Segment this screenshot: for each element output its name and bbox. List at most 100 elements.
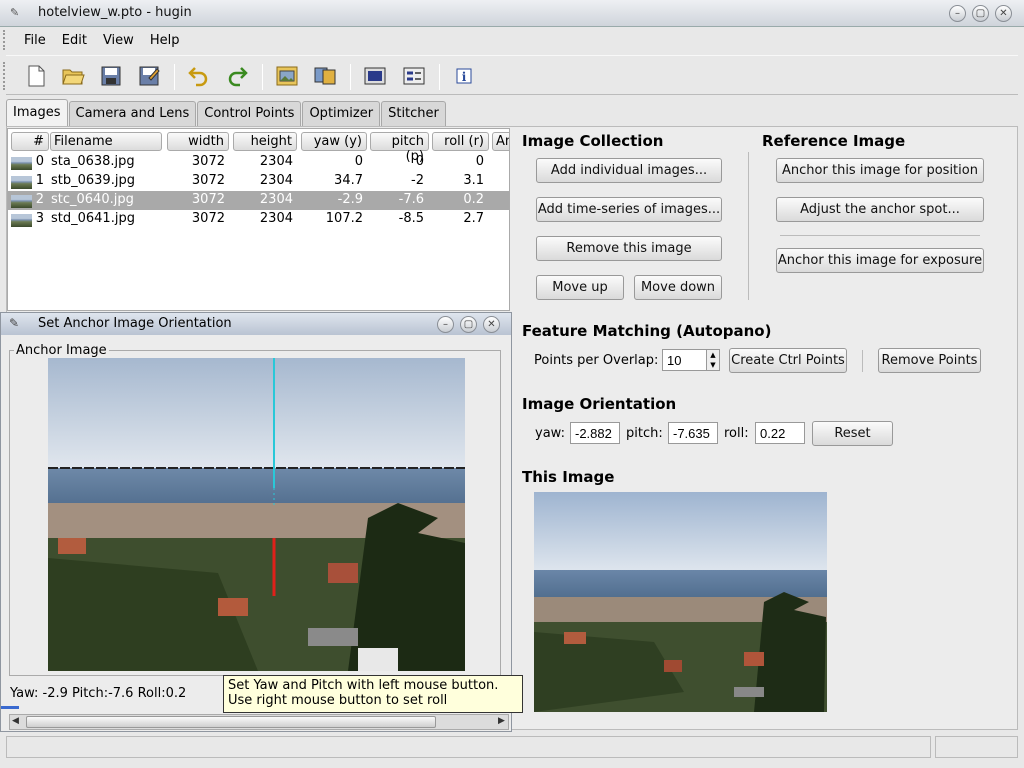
open-icon[interactable] xyxy=(61,64,85,88)
table-row[interactable]: 0 sta_0638.jpg 3072 2304 0 0 0 xyxy=(8,153,509,172)
menu-view[interactable]: View xyxy=(95,33,142,48)
image-table[interactable]: # Filename width height yaw (y) pitch (p… xyxy=(7,128,510,311)
preview-icon[interactable] xyxy=(363,64,387,88)
scroll-thumb[interactable] xyxy=(26,716,436,728)
add-individual-images-button[interactable]: Add individual images... xyxy=(536,158,722,183)
col-header-pitch[interactable]: pitch (p) xyxy=(370,132,429,164)
tab-control-points[interactable]: Control Points xyxy=(197,101,302,126)
points-spinner[interactable]: ▲ ▼ xyxy=(706,349,720,371)
cell-file: sta_0638.jpg xyxy=(51,154,135,169)
dialog-title: Set Anchor Image Orientation xyxy=(38,316,232,331)
cell-height: 2304 xyxy=(259,173,293,188)
remove-points-button[interactable]: Remove Points xyxy=(878,348,981,373)
cell-roll: 2.7 xyxy=(463,211,484,226)
points-per-overlap-label: Points per Overlap: xyxy=(534,353,659,368)
anchor-image-canvas[interactable] xyxy=(48,358,465,671)
cell-roll: 0 xyxy=(475,154,484,169)
col-header-width[interactable]: width xyxy=(167,132,229,151)
tab-camera-lens[interactable]: Camera and Lens xyxy=(68,101,197,126)
col-header-yaw[interactable]: yaw (y) xyxy=(301,132,367,151)
toolbar-separator xyxy=(174,64,175,90)
move-up-button[interactable]: Move up xyxy=(536,275,624,300)
add-time-series-button[interactable]: Add time-series of images... xyxy=(536,197,722,222)
minimize-button[interactable]: – xyxy=(949,5,966,22)
cell-pitch: -2 xyxy=(411,173,424,188)
panorama-thumbnail-image xyxy=(534,492,827,712)
horizontal-divider xyxy=(780,235,980,236)
anchor-position-button[interactable]: Anchor this image for position xyxy=(776,158,984,183)
table-row[interactable]: 3 std_0641.jpg 3072 2304 107.2 -8.5 2.7 xyxy=(8,210,509,229)
image-orientation-title: Image Orientation xyxy=(522,395,677,413)
remove-image-button[interactable]: Remove this image xyxy=(536,236,722,261)
window-title: hotelview_w.pto - hugin xyxy=(38,5,192,20)
this-image-title: This Image xyxy=(522,468,615,486)
new-icon[interactable] xyxy=(24,64,48,88)
cell-pitch: 0 xyxy=(415,154,424,169)
dialog-progress-indicator xyxy=(1,706,19,709)
vertical-divider xyxy=(862,350,863,372)
image-collection-title: Image Collection xyxy=(522,132,664,150)
redo-icon[interactable] xyxy=(225,64,249,88)
vertical-divider xyxy=(748,152,749,300)
tab-stitcher[interactable]: Stitcher xyxy=(381,101,446,126)
dialog-close-button[interactable]: ✕ xyxy=(483,316,500,333)
scroll-right-arrow[interactable]: ▶ xyxy=(498,716,505,726)
tooltip: Set Yaw and Pitch with left mouse button… xyxy=(223,675,523,713)
pitch-label: pitch: xyxy=(626,426,663,441)
cell-file: stb_0639.jpg xyxy=(51,173,135,188)
info-icon[interactable]: i xyxy=(452,64,476,88)
yaw-input[interactable] xyxy=(570,422,620,444)
status-bar xyxy=(6,736,1018,760)
roll-input[interactable] xyxy=(755,422,805,444)
adjust-anchor-button[interactable]: Adjust the anchor spot... xyxy=(776,197,984,222)
move-down-button[interactable]: Move down xyxy=(634,275,722,300)
status-field-main xyxy=(6,736,931,758)
anchor-exposure-button[interactable]: Anchor this image for exposure xyxy=(776,248,984,273)
save-as-icon[interactable] xyxy=(137,64,161,88)
close-button[interactable]: ✕ xyxy=(995,5,1012,22)
col-header-num[interactable]: # xyxy=(11,132,49,151)
tab-bar: Images Camera and Lens Control Points Op… xyxy=(6,99,447,127)
col-header-filename[interactable]: Filename xyxy=(50,132,162,151)
dialog-minimize-button[interactable]: – xyxy=(437,316,454,333)
cell-num: 1 xyxy=(35,173,44,188)
pitch-input[interactable] xyxy=(668,422,718,444)
table-row[interactable]: 1 stb_0639.jpg 3072 2304 34.7 -2 3.1 xyxy=(8,172,509,191)
col-header-anchor[interactable]: An xyxy=(492,132,509,151)
menu-file[interactable]: File xyxy=(16,33,54,48)
col-header-roll[interactable]: roll (r) xyxy=(432,132,489,151)
cell-yaw: 0 xyxy=(354,154,363,169)
reset-button[interactable]: Reset xyxy=(812,421,893,446)
scroll-left-arrow[interactable]: ◀ xyxy=(12,716,19,726)
menubar-grip xyxy=(3,30,6,50)
cell-num: 0 xyxy=(35,154,44,169)
maximize-button[interactable]: ▢ xyxy=(972,5,989,22)
dialog-maximize-button[interactable]: ▢ xyxy=(460,316,477,333)
create-ctrl-points-button[interactable]: Create Ctrl Points xyxy=(729,348,847,373)
cell-height: 2304 xyxy=(259,154,293,169)
undo-icon[interactable] xyxy=(187,64,211,88)
svg-text:i: i xyxy=(462,70,467,84)
status-field-secondary xyxy=(935,736,1018,758)
save-icon[interactable] xyxy=(99,64,123,88)
col-header-height[interactable]: height xyxy=(233,132,297,151)
tab-optimizer[interactable]: Optimizer xyxy=(302,101,381,126)
menu-edit[interactable]: Edit xyxy=(54,33,95,48)
cell-yaw: 34.7 xyxy=(334,173,363,188)
cell-width: 3072 xyxy=(191,192,225,207)
horizontal-scrollbar[interactable]: ◀ ▶ xyxy=(9,714,509,730)
points-per-overlap-input[interactable] xyxy=(662,349,708,371)
anchor-orientation-dialog: ✎ Set Anchor Image Orientation – ▢ ✕ Anc… xyxy=(0,312,512,732)
add-images-icon[interactable] xyxy=(275,64,299,88)
cell-height: 2304 xyxy=(259,211,293,226)
table-row[interactable]: 2 stc_0640.jpg 3072 2304 -2.9 -7.6 0.2 xyxy=(8,191,509,210)
fast-preview-icon[interactable] xyxy=(402,64,426,88)
image-preview xyxy=(534,492,827,712)
anchor-image-group-label: Anchor Image xyxy=(14,343,109,358)
tab-images[interactable]: Images xyxy=(6,99,68,126)
cell-pitch: -7.6 xyxy=(398,192,424,207)
dialog-title-bar: ✎ Set Anchor Image Orientation – ▢ ✕ xyxy=(1,313,511,335)
cell-num: 2 xyxy=(35,192,44,207)
menu-help[interactable]: Help xyxy=(142,33,188,48)
assistant-icon[interactable] xyxy=(313,64,337,88)
